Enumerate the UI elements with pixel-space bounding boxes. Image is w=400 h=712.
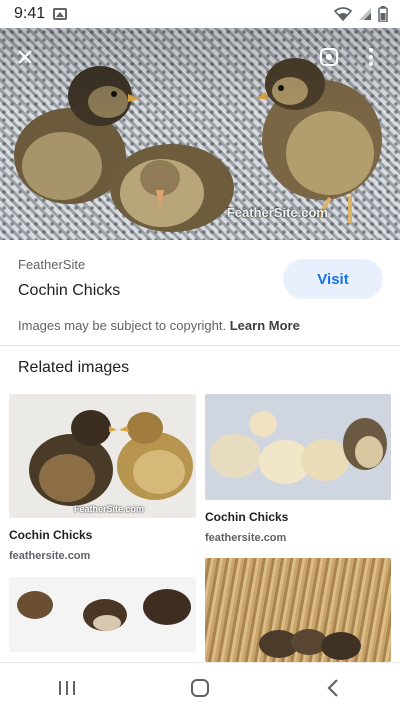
status-bar: 9:41	[0, 0, 400, 28]
related-item-title: Cochin Chicks	[205, 510, 289, 524]
related-thumbnail	[205, 394, 391, 500]
related-image-item[interactable]	[205, 558, 391, 662]
chicks-thumbnail	[209, 411, 387, 484]
related-thumbnail: FeatherSite.com	[9, 394, 196, 518]
image-icon	[53, 8, 68, 20]
chicks-thumbnail	[17, 589, 191, 631]
chicks-thumbnail	[259, 629, 361, 660]
image-title[interactable]: Cochin Chicks	[18, 282, 120, 300]
chicks-thumbnail	[29, 410, 193, 506]
related-image-item[interactable]	[9, 577, 196, 652]
recents-button[interactable]	[37, 668, 97, 708]
lens-icon	[320, 48, 338, 66]
hero-watermark: FeatherSite.com	[226, 205, 328, 220]
more-options-button[interactable]	[356, 42, 386, 72]
main-image[interactable]: FeatherSite.com	[0, 28, 400, 240]
copyright-text: Images may be subject to copyright.	[18, 318, 227, 333]
related-thumbnail	[9, 577, 196, 652]
visit-button[interactable]: Visit	[283, 259, 383, 299]
thumbnail-watermark: FeatherSite.com	[73, 504, 144, 514]
status-time: 9:41	[14, 5, 46, 22]
learn-more-link[interactable]: Learn More	[230, 318, 300, 333]
related-item-source: feathersite.com	[205, 532, 287, 544]
copyright-notice: Images may be subject to copyright. Lear…	[18, 318, 300, 333]
related-images-heading: Related images	[18, 359, 130, 376]
home-button[interactable]	[170, 668, 230, 708]
source-name[interactable]: FeatherSite	[18, 257, 85, 272]
related-item-source: feathersite.com	[9, 550, 91, 562]
close-icon	[18, 50, 32, 64]
more-vert-icon	[369, 48, 373, 66]
lens-button[interactable]	[314, 42, 344, 72]
wifi-icon	[334, 7, 352, 21]
recents-icon	[58, 680, 75, 695]
system-nav-bar	[0, 662, 400, 712]
back-icon	[327, 678, 339, 697]
image-info-panel: FeatherSite Cochin Chicks Visit Images m…	[0, 240, 400, 346]
battery-icon	[378, 6, 388, 22]
home-icon	[190, 678, 209, 697]
related-thumbnail	[205, 558, 391, 662]
related-item-title: Cochin Chicks	[9, 528, 93, 542]
back-button[interactable]	[303, 668, 363, 708]
related-image-item[interactable]: FeatherSite.com Cochin Chicks feathersit…	[9, 394, 196, 562]
status-icons	[334, 6, 388, 22]
close-button[interactable]	[10, 42, 40, 72]
signal-icon	[359, 8, 371, 20]
related-image-item[interactable]: Cochin Chicks feathersite.com	[205, 394, 391, 544]
